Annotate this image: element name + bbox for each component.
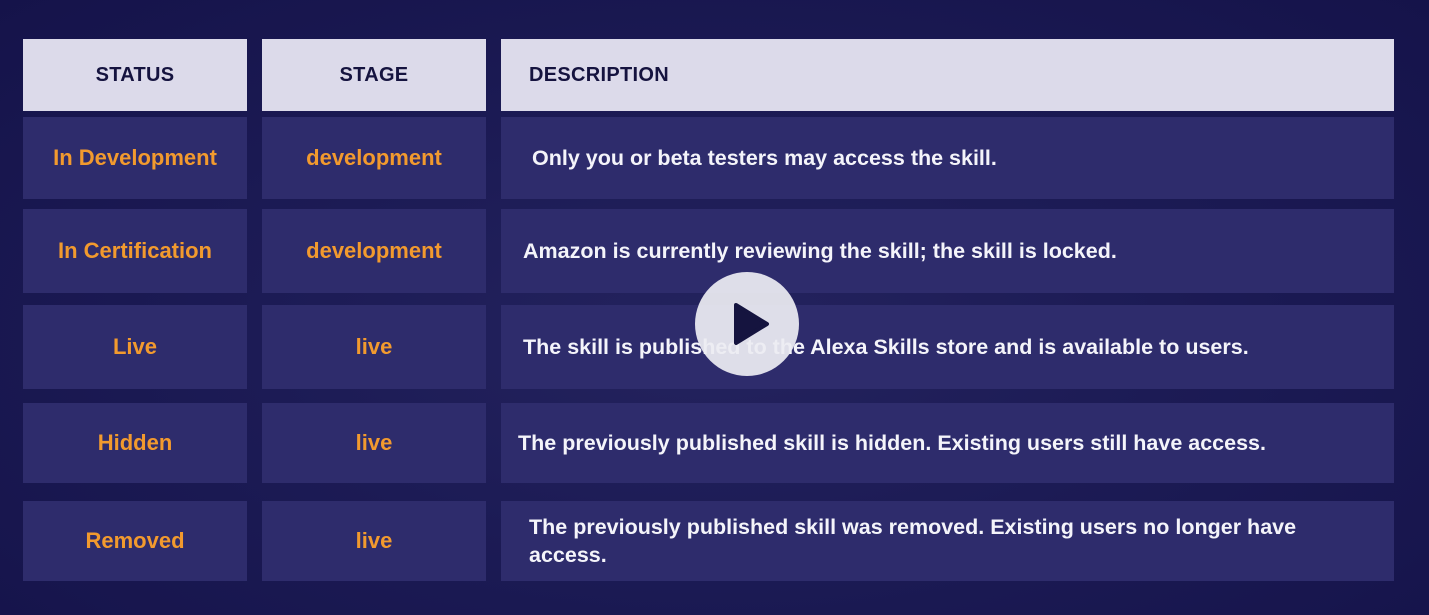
- row-1-description: Only you or beta testers may access the …: [501, 117, 1394, 199]
- description-text: The previously published skill was remov…: [529, 515, 1297, 567]
- description-text: Amazon is currently reviewing the skill;…: [523, 239, 1117, 263]
- row-4-description: The previously published skill is hidden…: [501, 403, 1394, 483]
- status-text: Hidden: [97, 430, 173, 455]
- stage-text: development: [306, 238, 442, 263]
- row-3-stage: live: [262, 305, 486, 389]
- row-4-stage: live: [262, 403, 486, 483]
- row-5-description: The previously published skill was remov…: [501, 501, 1394, 581]
- header-description-label: DESCRIPTION: [529, 63, 669, 86]
- description-text: The skill is published to the Alexa Skil…: [523, 335, 1249, 359]
- row-1-stage: development: [262, 117, 486, 199]
- header-stage-label: STAGE: [339, 63, 409, 86]
- header-description: DESCRIPTION: [501, 39, 1394, 111]
- play-icon: [724, 302, 770, 346]
- row-3-description: The skill is published to the Alexa Skil…: [501, 305, 1394, 389]
- row-2-description: Amazon is currently reviewing the skill;…: [501, 209, 1394, 293]
- row-2-stage: development: [262, 209, 486, 293]
- status-text: Removed: [85, 528, 185, 553]
- status-text: In Development: [53, 145, 217, 170]
- row-4-status: Hidden: [23, 403, 247, 483]
- stage-text: live: [355, 528, 393, 553]
- header-status: STATUS: [23, 39, 247, 111]
- description-text: Only you or beta testers may access the …: [532, 146, 997, 170]
- row-1-status: In Development: [23, 117, 247, 199]
- row-2-status: In Certification: [23, 209, 247, 293]
- header-stage: STAGE: [262, 39, 486, 111]
- stage-text: live: [355, 430, 393, 455]
- stage-text: development: [306, 145, 442, 170]
- status-text: Live: [112, 334, 158, 359]
- header-status-label: STATUS: [95, 63, 175, 86]
- stage-text: live: [355, 334, 393, 359]
- status-text: In Certification: [57, 238, 212, 263]
- description-text: The previously published skill is hidden…: [518, 431, 1266, 455]
- video-play-button[interactable]: [695, 272, 799, 376]
- row-5-stage: live: [262, 501, 486, 581]
- row-5-status: Removed: [23, 501, 247, 581]
- row-3-status: Live: [23, 305, 247, 389]
